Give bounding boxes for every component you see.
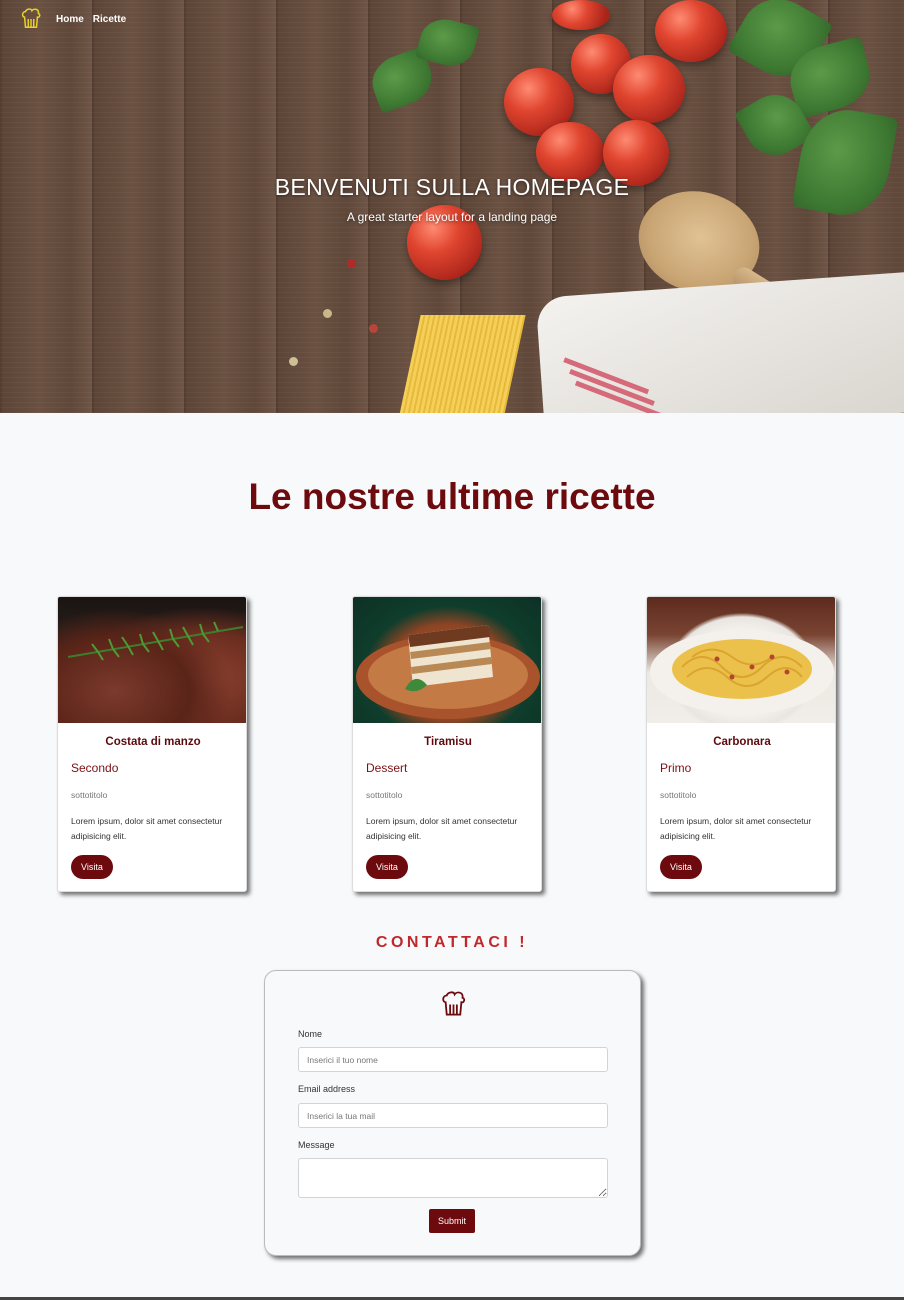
recipe-category: Dessert: [366, 761, 408, 775]
recipe-title: Tiramisu: [424, 736, 472, 748]
message-label: Message: [298, 1140, 335, 1150]
tomato-image: [613, 55, 685, 123]
recipe-subtitle: sottotitolo: [660, 790, 697, 800]
chef-hat-icon: [442, 991, 466, 1016]
spaghetti-image: [399, 315, 526, 413]
visita-button[interactable]: Visita: [71, 855, 113, 879]
recipe-card: Tiramisu Dessert sottotitolo Lorem ipsum…: [352, 596, 542, 892]
top-navbar: Home Ricette: [0, 0, 904, 38]
kitchen-towel-image: [535, 272, 904, 413]
tomato-image: [536, 122, 604, 182]
recipe-subtitle: sottotitolo: [71, 790, 108, 800]
recipe-image-tiramisu: [353, 597, 541, 723]
email-label: Email address: [298, 1084, 356, 1094]
nav-link-ricette[interactable]: Ricette: [93, 14, 126, 25]
recipe-title: Costata di manzo: [105, 736, 201, 748]
recipe-image-steak: [58, 597, 246, 723]
peppercorn-image: [369, 324, 378, 333]
recipe-description: Lorem ipsum, dolor sit amet consectetur …: [366, 816, 518, 841]
name-input[interactable]: [298, 1047, 608, 1072]
recipes-heading: Le nostre ultime ricette: [248, 476, 656, 517]
recipe-image-carbonara: [647, 597, 835, 723]
recipe-description: Lorem ipsum, dolor sit amet consectetur …: [660, 816, 812, 841]
message-textarea[interactable]: [298, 1158, 608, 1198]
recipe-subtitle: sottotitolo: [366, 790, 403, 800]
hero-title: BENVENUTI SULLA HOMEPAGE: [274, 174, 630, 200]
recipe-title: Carbonara: [713, 736, 771, 748]
name-label: Nome: [298, 1029, 323, 1039]
recipe-card: Carbonara Primo sottotitolo Lorem ipsum,…: [646, 596, 836, 892]
peppercorn-image: [323, 309, 332, 318]
recipe-category: Secondo: [71, 761, 119, 775]
visita-button[interactable]: Visita: [660, 855, 702, 879]
submit-button[interactable]: Submit: [429, 1209, 476, 1233]
peppercorn-image: [347, 259, 356, 268]
contact-heading: CONTATTACI !: [375, 934, 529, 951]
recipe-category: Primo: [660, 761, 692, 775]
hero-banner: Home Ricette BENVENUTI SULLA HOMEPAGE A …: [0, 0, 904, 413]
hero-subtitle: A great starter layout for a landing pag…: [346, 210, 558, 224]
visita-button[interactable]: Visita: [366, 855, 408, 879]
email-input[interactable]: [298, 1103, 608, 1128]
nav-link-home[interactable]: Home: [56, 14, 84, 25]
recipe-card: Costata di manzo Secondo sottotitolo Lor…: [57, 596, 247, 892]
peppercorn-image: [289, 357, 298, 366]
chef-hat-icon[interactable]: [20, 8, 42, 30]
contact-form: Nome Email address Message Submit: [264, 970, 641, 1256]
recipe-description: Lorem ipsum, dolor sit amet consectetur …: [71, 816, 223, 841]
